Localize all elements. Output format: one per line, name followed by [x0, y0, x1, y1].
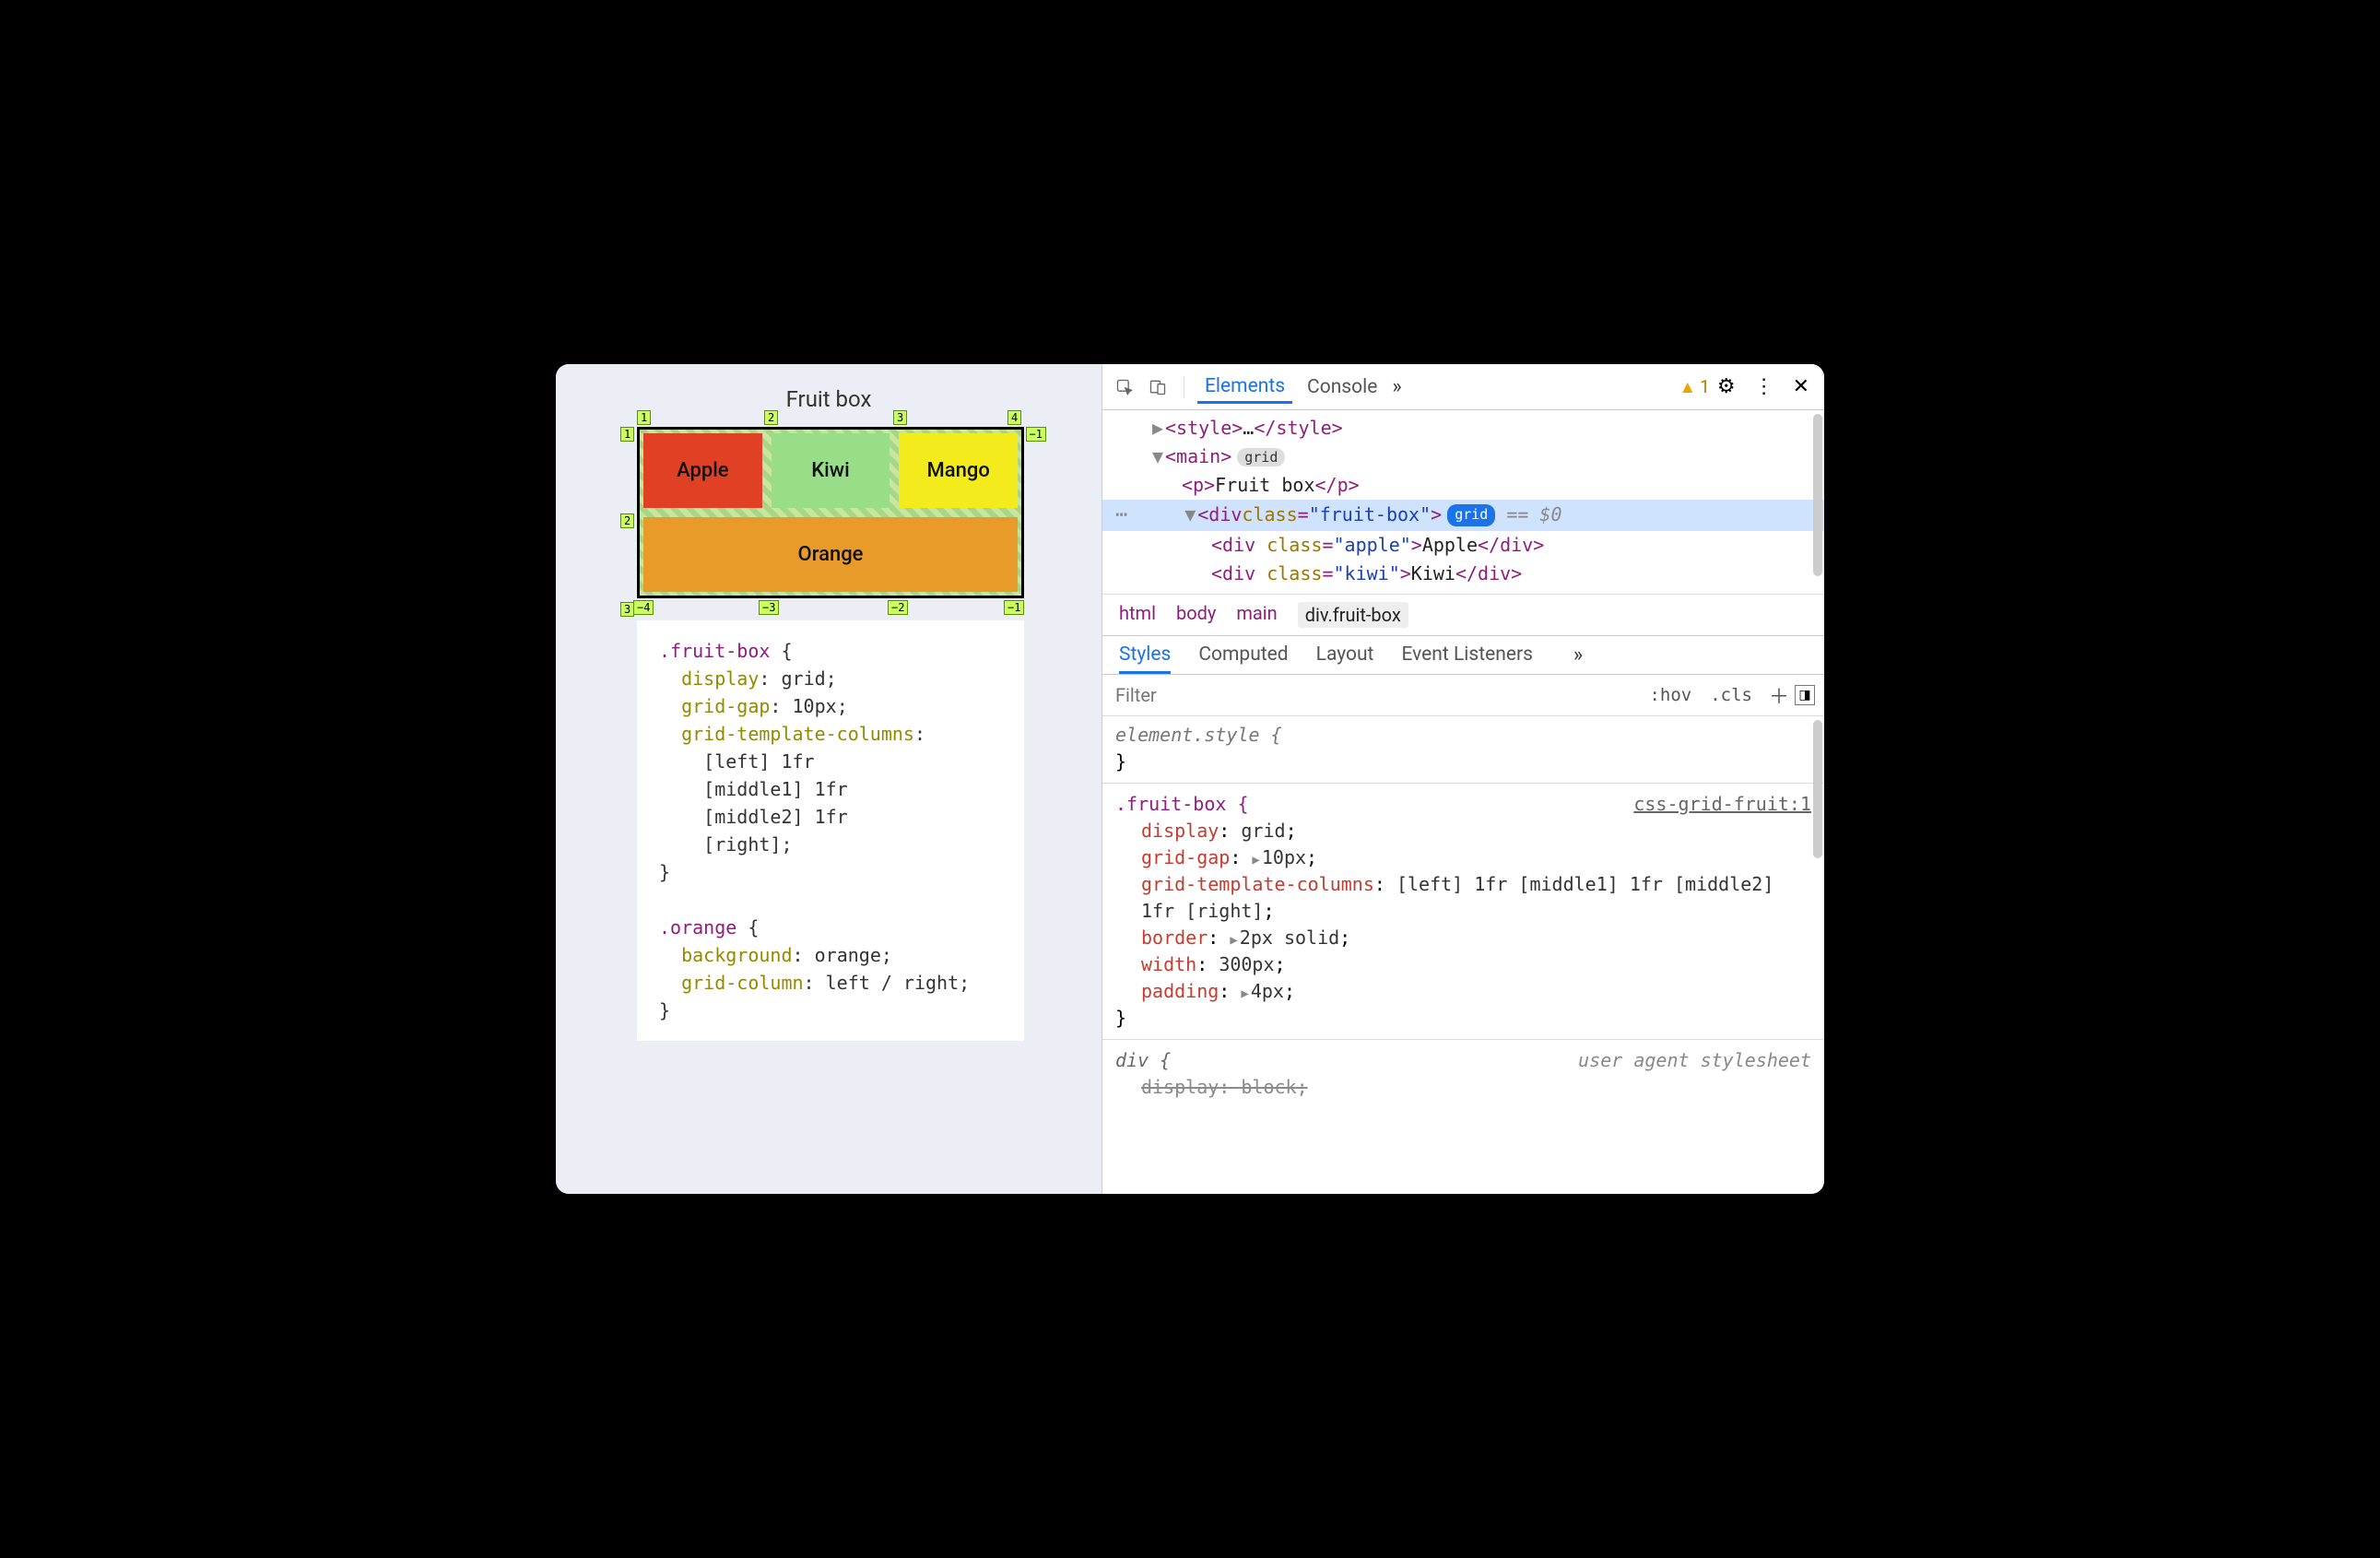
dom-node-kiwi[interactable]: <div class="kiwi">Kiwi</div> — [1102, 560, 1824, 588]
grid-col-label-1: 1 — [637, 410, 651, 425]
grid-row-label-1: 1 — [620, 427, 634, 442]
prop-width[interactable]: width: 300px; — [1115, 951, 1811, 978]
subtab-event-listeners[interactable]: Event Listeners — [1401, 643, 1532, 674]
grid-col-label-2: 2 — [764, 410, 778, 425]
grid-cell-orange[interactable]: Orange — [643, 517, 1018, 592]
styles-subtabs: Styles Computed Layout Event Listeners » — [1102, 636, 1824, 675]
fruit-box-rule-close: } — [1115, 1005, 1811, 1032]
app-window: Fruit box 1 2 3 4 1 2 3 −1 −4 −3 −2 −1 A… — [556, 364, 1824, 1194]
ellipsis-icon[interactable]: ⋯ — [1115, 501, 1127, 530]
page-title: Fruit box — [611, 386, 1046, 412]
devtools-toolbar: Elements Console » ▲ 1 ⚙ ⋮ ✕ — [1102, 364, 1824, 410]
elements-dom-tree[interactable]: ▶<style>…</style> ▼<main>grid <p>Fruit b… — [1102, 410, 1824, 594]
grid-row-label-3: 3 — [620, 602, 634, 617]
prop-display-block-overridden[interactable]: display: block; — [1115, 1074, 1811, 1101]
gear-icon[interactable]: ⚙ — [1717, 375, 1736, 398]
dom-node-p[interactable]: <p>Fruit box</p> — [1102, 471, 1824, 500]
fruit-box-grid-overlay: 1 2 3 4 1 2 3 −1 −4 −3 −2 −1 Apple Kiwi … — [637, 427, 1024, 598]
grid-cell-mango[interactable]: Mango — [899, 433, 1018, 508]
tabs-overflow-icon[interactable]: » — [1392, 375, 1401, 398]
warning-count: 1 — [1700, 376, 1710, 397]
element-style-rule[interactable]: element.style { — [1115, 722, 1811, 749]
close-icon[interactable]: ✕ — [1793, 375, 1809, 398]
styles-rules-panel[interactable]: element.style { } css-grid-fruit:1 .frui… — [1102, 716, 1824, 1194]
fruit-box-rule-header[interactable]: css-grid-fruit:1 .fruit-box { — [1115, 791, 1811, 818]
computed-panel-toggle-icon[interactable]: ◨ — [1795, 685, 1815, 705]
styles-filter-input[interactable] — [1102, 675, 1640, 715]
grid-badge-main[interactable]: grid — [1237, 448, 1285, 466]
styles-scrollbar[interactable] — [1813, 720, 1822, 858]
warning-icon: ▲ — [1679, 376, 1696, 398]
tree-scrollbar[interactable] — [1813, 414, 1822, 576]
dollar-zero-label: == $0 — [1506, 502, 1561, 528]
grid-col-label-neg4: −4 — [633, 600, 654, 615]
cls-toggle[interactable]: .cls — [1701, 685, 1761, 705]
grid-col-label-neg2: −2 — [888, 600, 908, 615]
dom-node-apple[interactable]: <div class="apple">Apple</div> — [1102, 531, 1824, 560]
tab-console[interactable]: Console — [1300, 371, 1384, 404]
crumb-html[interactable]: html — [1119, 602, 1156, 628]
dom-node-style[interactable]: ▶<style>…</style> — [1102, 414, 1824, 443]
fruit-box-grid[interactable]: Apple Kiwi Mango Orange — [637, 427, 1024, 598]
styles-filter-row: :hov .cls ＋ ◨ — [1102, 675, 1824, 716]
devtools-pane: Elements Console » ▲ 1 ⚙ ⋮ ✕ ▶<style>…</… — [1102, 364, 1824, 1194]
kebab-menu-icon[interactable]: ⋮ — [1754, 375, 1774, 398]
grid-badge-fruit-box[interactable]: grid — [1447, 504, 1495, 526]
prop-grid-template-columns[interactable]: grid-template-columns: [left] 1fr [middl… — [1115, 871, 1811, 925]
dom-node-fruit-box-selected[interactable]: ⋯ ▼<div class="fruit-box"> grid == $0 — [1102, 500, 1824, 531]
dom-node-main[interactable]: ▼<main>grid — [1102, 443, 1824, 471]
ua-stylesheet-label: user agent stylesheet — [1578, 1047, 1811, 1074]
grid-col-label-3: 3 — [893, 410, 907, 425]
prop-display[interactable]: display: grid; — [1115, 818, 1811, 844]
grid-col-label-neg3: −3 — [759, 600, 779, 615]
dom-breadcrumb: html body main div.fruit-box — [1102, 594, 1824, 636]
subtab-styles[interactable]: Styles — [1119, 643, 1171, 674]
grid-col-label-neg1: −1 — [1004, 600, 1024, 615]
device-toggle-icon[interactable] — [1145, 374, 1171, 400]
prop-padding[interactable]: padding: ▶4px; — [1115, 978, 1811, 1005]
grid-row-label-2: 2 — [620, 513, 634, 528]
tab-elements[interactable]: Elements — [1197, 370, 1292, 404]
new-style-rule-icon[interactable]: ＋ — [1761, 680, 1785, 710]
subtab-layout[interactable]: Layout — [1316, 643, 1374, 674]
prop-border[interactable]: border: ▶2px solid; — [1115, 925, 1811, 951]
crumb-body[interactable]: body — [1176, 602, 1216, 628]
source-link[interactable]: css-grid-fruit:1 — [1633, 791, 1811, 818]
prop-grid-gap[interactable]: grid-gap: ▶10px; — [1115, 844, 1811, 871]
warnings-badge[interactable]: ▲ 1 — [1679, 376, 1710, 398]
subtab-computed[interactable]: Computed — [1198, 643, 1288, 674]
grid-cell-kiwi[interactable]: Kiwi — [772, 433, 890, 508]
crumb-main[interactable]: main — [1236, 602, 1277, 628]
hov-toggle[interactable]: :hov — [1640, 685, 1701, 705]
grid-row-label-neg1: −1 — [1026, 427, 1046, 442]
grid-cell-apple[interactable]: Apple — [643, 433, 762, 508]
grid-col-label-4: 4 — [1007, 410, 1021, 425]
element-style-close: } — [1115, 749, 1811, 775]
css-code-block: .fruit-box { display: grid; grid-gap: 10… — [637, 620, 1024, 1041]
subtabs-overflow-icon[interactable]: » — [1573, 643, 1583, 674]
page-preview-pane: Fruit box 1 2 3 4 1 2 3 −1 −4 −3 −2 −1 A… — [556, 364, 1102, 1194]
crumb-div-fruit-box[interactable]: div.fruit-box — [1298, 602, 1408, 628]
inspect-icon[interactable] — [1112, 374, 1137, 400]
ua-div-rule-header[interactable]: user agent stylesheet div { — [1115, 1047, 1811, 1074]
